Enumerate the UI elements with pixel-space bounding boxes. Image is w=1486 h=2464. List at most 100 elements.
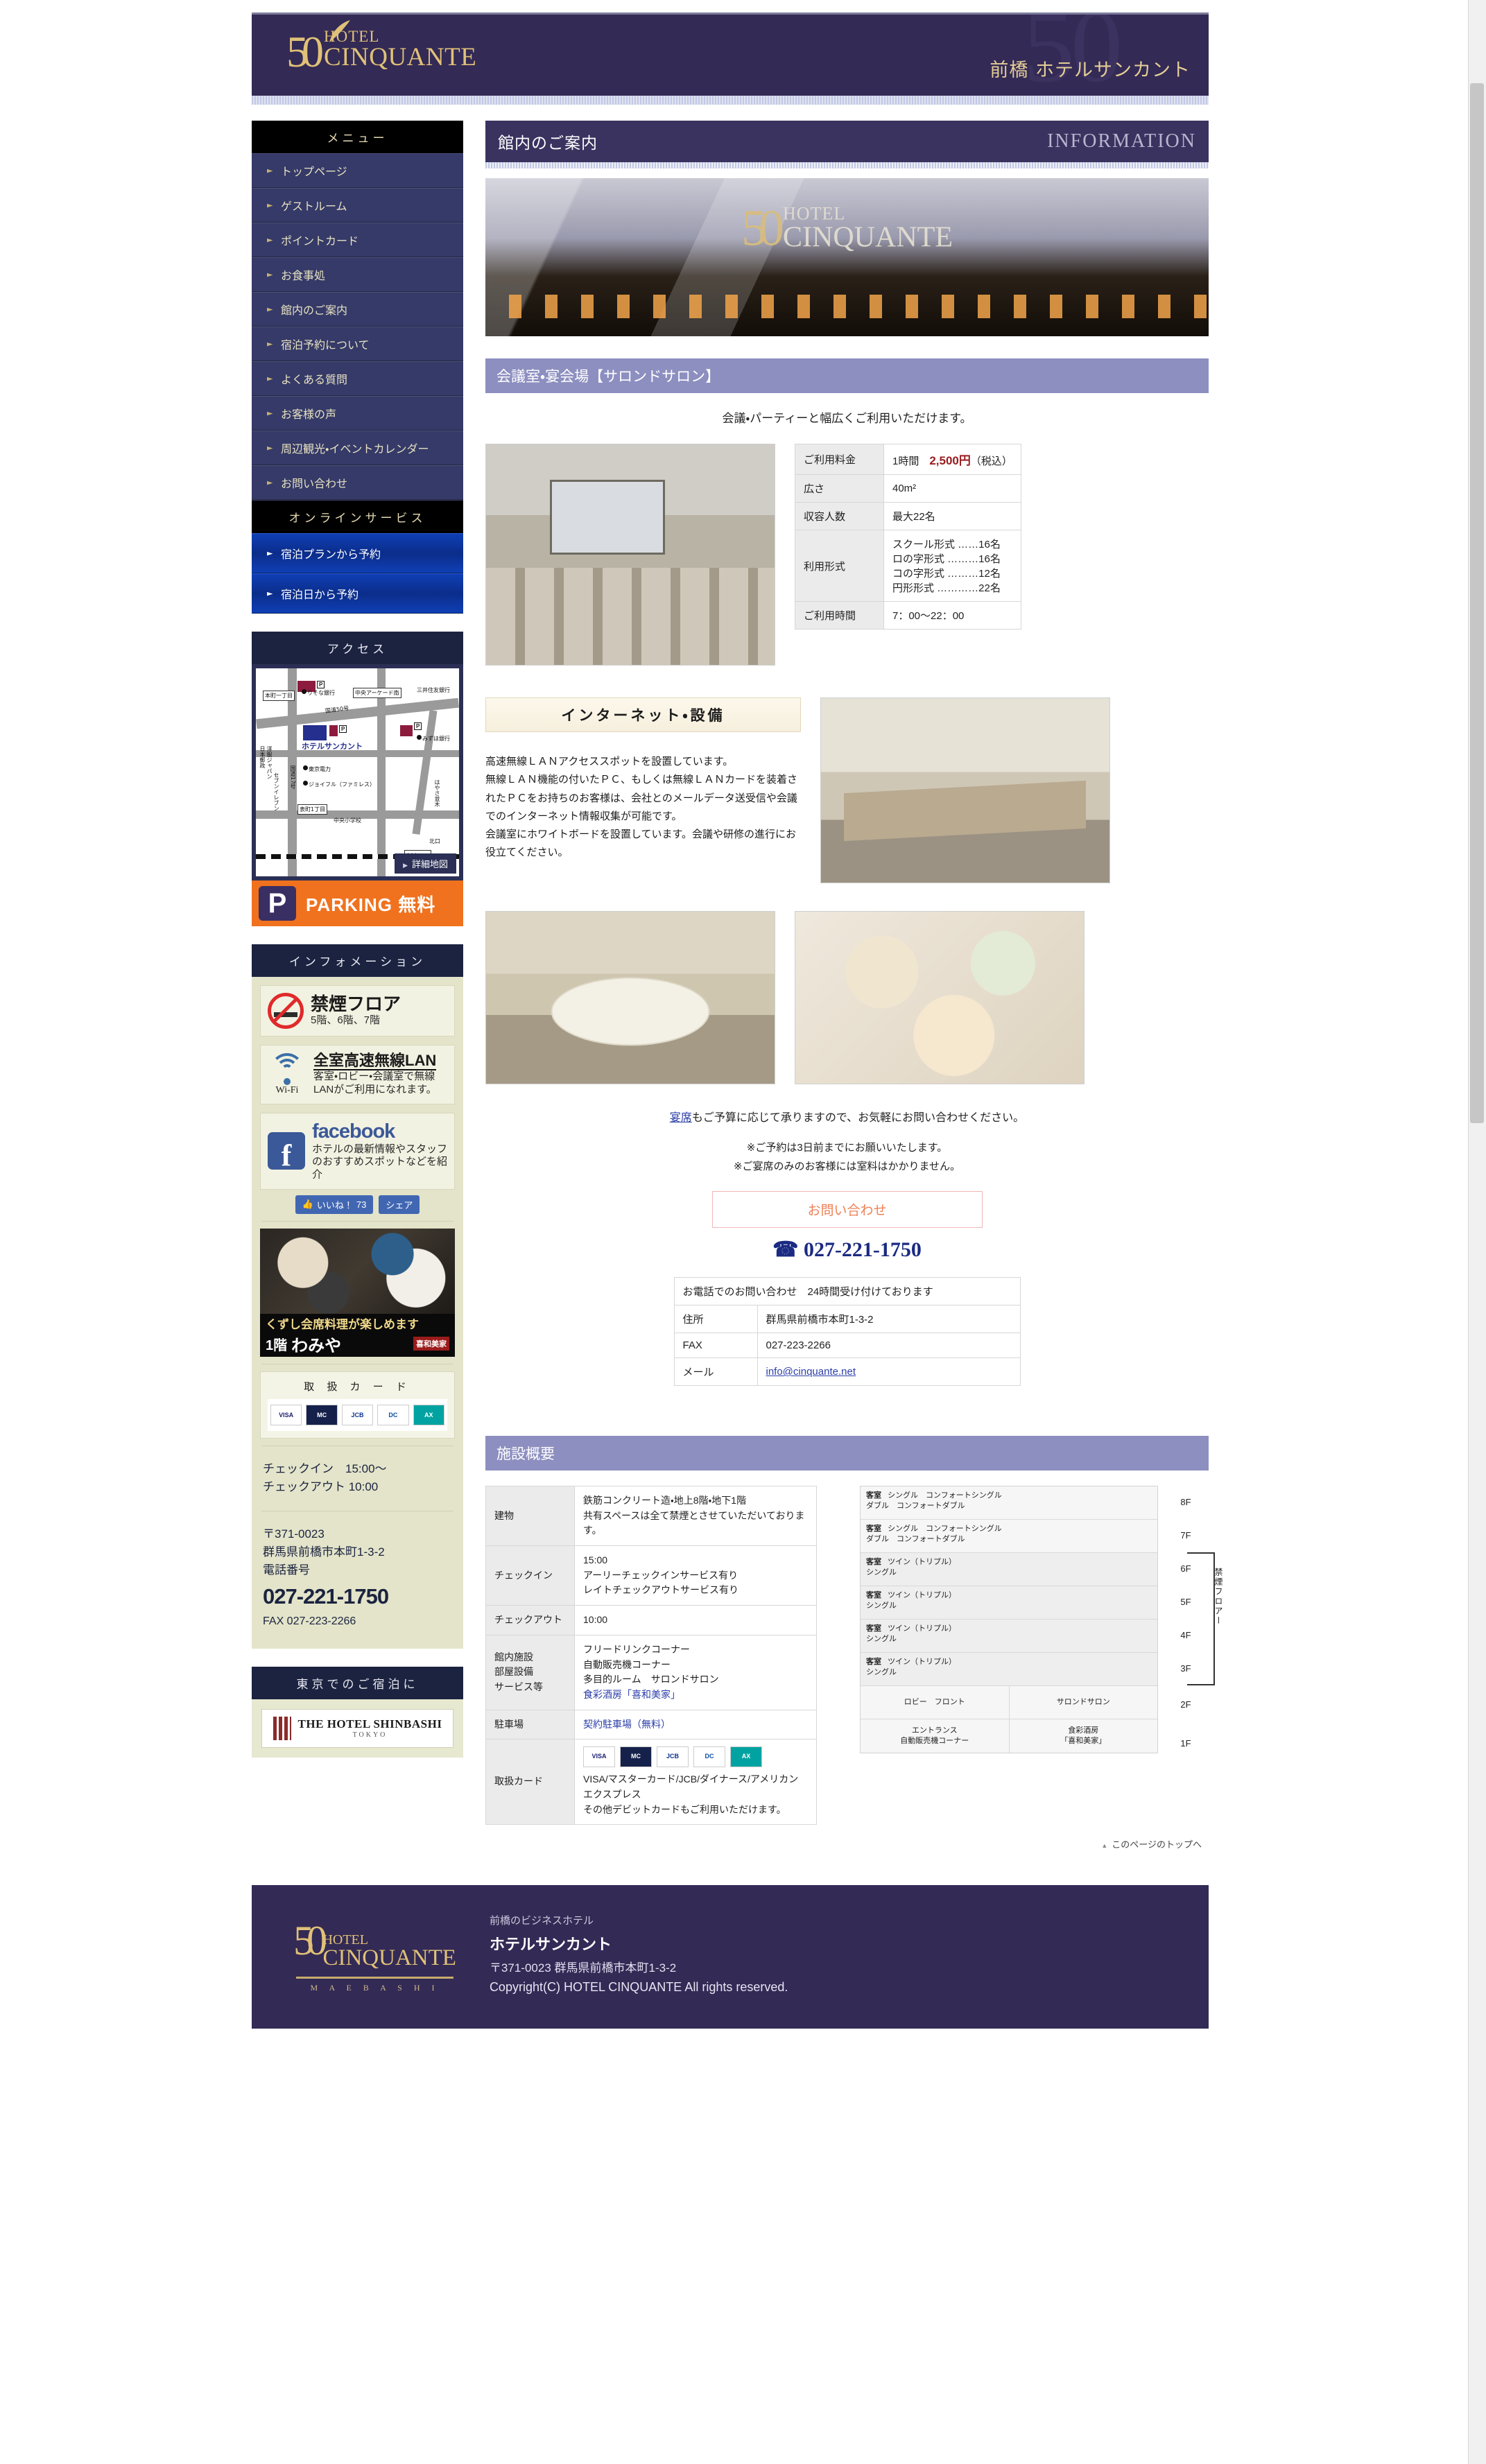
scrollbar-thumb[interactable]: [1470, 83, 1484, 1123]
sidebar-item-reviews[interactable]: お客様の声: [252, 396, 463, 431]
contact-key-address: 住所: [673, 1305, 758, 1333]
facebook-like-label: いいね！: [316, 1199, 353, 1211]
facebook-share-button[interactable]: シェア: [379, 1195, 420, 1214]
card-text-line-1: VISA/マスターカード/JCB/ダイナース/アメリカンエクスプレス: [583, 1773, 799, 1800]
table-row: メール info@cinquante.net: [673, 1357, 1021, 1386]
amex-icon: AX: [413, 1404, 445, 1425]
wifi-icon: Wi-Fi: [268, 1052, 306, 1096]
promo-floor: 1階: [266, 1337, 288, 1353]
visa-icon: VISA: [270, 1404, 302, 1425]
diners-icon: DC: [377, 1404, 409, 1425]
facebook-like-button[interactable]: 👍 いいね！ 73: [295, 1195, 374, 1214]
spec-key-price: ご利用料金: [795, 444, 884, 475]
spec-value-layout: スクール形式 ……16名 ロの字形式 ………16名 コの字形式 ………12名 円…: [883, 530, 1021, 602]
banquet-note-link[interactable]: 宴席: [670, 1112, 692, 1124]
info-card-nosmoking[interactable]: 禁煙フロア 5階、6階、7階: [260, 985, 455, 1036]
map-label-school: 中央小学校: [334, 817, 361, 824]
meeting-room-long-table-photo: [820, 697, 1110, 883]
facility-value-checkin: 15:00 アーリーチェックインサービス有り レイトチェックアウトサービス有り: [574, 1545, 817, 1606]
shinbashi-name: THE HOTEL SHINBASHI: [297, 1717, 442, 1730]
sidebar-item-book-by-plan[interactable]: 宿泊プランから予約: [252, 533, 463, 573]
shinbashi-sub: TOKYO: [352, 1731, 388, 1739]
shinbashi-banner[interactable]: THE HOTEL SHINBASHI TOKYO: [252, 1699, 463, 1758]
spec-key-area: 広さ: [795, 474, 884, 503]
map-dot-3: [303, 765, 308, 770]
divider-1: [261, 1220, 453, 1222]
contact-value-mail: info@cinquante.net: [757, 1357, 1021, 1386]
footer-logo-hotel: HOTEL: [322, 1932, 368, 1948]
spec-key-hours: ご利用時間: [795, 601, 884, 630]
facility-key-building: 建物: [485, 1485, 575, 1547]
hero-lights: [485, 295, 1209, 318]
sidebar-postal: 〒371-0023: [263, 1527, 325, 1541]
access-map[interactable]: P P P ホテルサンカント 本町一丁目 りそな銀行 中央アーケード南 三井住友…: [252, 664, 463, 880]
facility-key-parking: 駐車場: [485, 1709, 575, 1740]
contact-button[interactable]: お問い合わせ: [711, 1191, 983, 1228]
page-scrollbar[interactable]: [1468, 0, 1486, 2464]
table-row: FAX 027-223-2266: [673, 1333, 1021, 1358]
floor-2f-left: ロビー フロント: [861, 1686, 1009, 1719]
sidebar-item-pointcard[interactable]: ポイントカード: [252, 223, 463, 257]
map-p-icon-2: P: [317, 681, 325, 688]
contact-table-caption: お電話でのお問い合わせ 24時間受け付けております: [673, 1277, 1021, 1305]
amenity-line-3: 多目的ルーム サロンドサロン: [583, 1674, 719, 1685]
facility-key-cards: 取扱カード: [485, 1739, 575, 1825]
meeting-room-spec-table: ご利用料金 1時間 2,500円（税込） 広さ 40m² 収容人数 最大22名: [795, 444, 1021, 630]
sidebar-online-heading: オンラインサービス: [252, 501, 463, 533]
floor-1f-right: 食彩酒房 「喜和美家」: [1008, 1719, 1157, 1753]
facility-value-parking[interactable]: 契約駐車場（無料）: [574, 1709, 817, 1740]
info-card-wifi[interactable]: Wi-Fi 全室高速無線LAN 客室・ロビー・会議室で無線LANがご利用になれま…: [260, 1045, 455, 1104]
site-footer: 50 HOTEL CINQUANTE M A E B A S H I 前橋のビジ…: [252, 1885, 1209, 2029]
checkin-line-3: レイトチェックアウトサービス有り: [583, 1584, 738, 1596]
card-text-line-2: その他デビットカードもご利用いただけます。: [583, 1803, 786, 1815]
spec-value-capacity: 最大22名: [883, 502, 1021, 530]
logo-mark-50: 50: [286, 27, 324, 76]
sidebar-item-contact[interactable]: お問い合わせ: [252, 465, 463, 500]
map-label-japanpost: 日本郵政: [259, 746, 266, 768]
info-card-facebook[interactable]: f facebook ホテルの最新情報やスタッフのおすすめスポットなどを紹介: [260, 1112, 455, 1190]
floor-row-7f: 客室 シングル コンフォートシングル ダブル コンフォートダブル: [861, 1520, 1157, 1553]
parking-banner[interactable]: P PARKING 無料: [252, 880, 463, 926]
information-panel: 禁煙フロア 5階、6階、7階 Wi-Fi 全室高速無線LAN 客室・ロビー・会議…: [252, 977, 463, 1649]
footer-logo[interactable]: 50 HOTEL CINQUANTE M A E B A S H I: [293, 1917, 456, 1993]
amenity-line-1: フリードリンクコーナー: [583, 1643, 690, 1655]
map-detail-button[interactable]: 詳細地図: [395, 853, 456, 874]
sidebar-access-heading: アクセス: [252, 632, 463, 664]
top-strip: [0, 0, 1486, 12]
map-parking-block: [329, 725, 338, 736]
floor-grid: 客室 シングル コンフォートシングル ダブル コンフォートダブル 客室 シングル…: [860, 1486, 1158, 1753]
amenity-line-4-link[interactable]: 食彩酒房「喜和美家」: [583, 1688, 808, 1703]
map-label-smbc: 三井住友銀行: [417, 687, 450, 693]
mastercard-icon: MC: [620, 1746, 652, 1768]
sidebar-item-information[interactable]: 館内のご案内: [252, 292, 463, 327]
contact-value-address: 群馬県前橋市本町1-3-2: [757, 1305, 1021, 1333]
price-prefix: 1時間: [892, 456, 930, 467]
map-label-honmachi: 本町一丁目: [263, 691, 295, 701]
map-label-kitaguchi: 北口: [429, 838, 440, 844]
table-row: 利用形式 スクール形式 ……16名 ロの字形式 ………16名 コの字形式 …………: [795, 530, 1021, 602]
map-dot-4: [303, 781, 308, 786]
header-underline: [252, 96, 1209, 105]
sidebar-item-sightseeing[interactable]: 周辺観光・イベントカレンダー: [252, 431, 463, 465]
table-row: 館内施設 部屋設備 サービス等 フリードリンクコーナー 自動販売機コーナー 多目…: [485, 1634, 817, 1710]
sidebar-item-dining[interactable]: お食事処: [252, 257, 463, 292]
hero-logo-hotel: HOTEL: [783, 203, 846, 224]
checkin-line-1: 15:00: [583, 1554, 608, 1566]
sidebar-item-top[interactable]: トップページ: [252, 153, 463, 188]
restaurant-promo-banner[interactable]: くずし会席料理が楽しめます 1階 わみや 喜和美家: [260, 1228, 455, 1357]
header-title: 前橋 ホテルサンカント: [990, 60, 1191, 81]
email-link[interactable]: info@cinquante.net: [766, 1366, 856, 1378]
shinbashi-mark-icon: [273, 1716, 291, 1740]
sidebar-item-faq[interactable]: よくある質問: [252, 361, 463, 396]
map-p-icon-3: P: [414, 722, 422, 730]
promo-shop: わみや: [291, 1336, 342, 1355]
sidebar-item-reservation-info[interactable]: 宿泊予約について: [252, 327, 463, 361]
sidebar-item-guestroom[interactable]: ゲストルーム: [252, 188, 463, 223]
sidebar-item-book-by-date[interactable]: 宿泊日から予約: [252, 573, 463, 614]
sidebar-main-menu: トップページ ゲストルーム ポイントカード お食事処 館内のご案内 宿泊予約につ…: [252, 153, 463, 501]
footer-hotel-name: ホテルサンカント: [489, 1936, 612, 1954]
site-logo[interactable]: 50 HOTEL CINQUANTE: [286, 20, 476, 76]
back-to-top-link[interactable]: このページのトップへ: [485, 1825, 1209, 1868]
footer-maebashi: M A E B A S H I: [310, 1983, 440, 1993]
map-red-block-3: [400, 725, 413, 736]
